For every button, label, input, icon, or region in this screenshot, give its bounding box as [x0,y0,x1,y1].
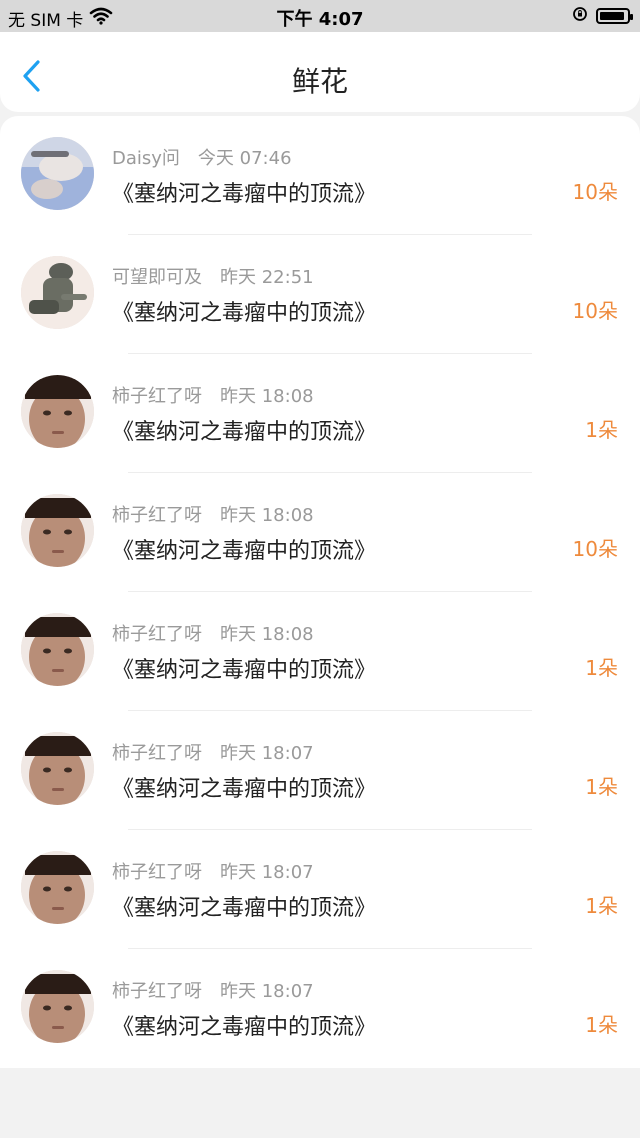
flower-count: 10朵 [572,299,618,323]
sender-name[interactable]: 可望即可及 [112,263,202,289]
item-meta: Daisy问 今天 07:46 [112,144,292,170]
book-title[interactable]: 《塞纳河之毒瘤中的顶流》 [112,890,376,922]
sender-name[interactable]: 柿子红了呀 [112,501,202,527]
sender-name[interactable]: 柿子红了呀 [112,382,202,408]
book-title[interactable]: 《塞纳河之毒瘤中的顶流》 [112,533,376,565]
book-title[interactable]: 《塞纳河之毒瘤中的顶流》 [112,176,376,208]
flower-count: 1朵 [585,418,618,442]
sent-time: 昨天 18:08 [220,386,314,407]
item-meta: 柿子红了呀 昨天 18:08 [112,501,314,527]
status-time: 下午 4:07 [276,9,364,30]
book-title[interactable]: 《塞纳河之毒瘤中的顶流》 [112,414,376,446]
sent-time: 今天 07:46 [197,148,292,169]
sender-name[interactable]: 柿子红了呀 [112,977,202,1003]
item-meta: 柿子红了呀 昨天 18:08 [112,620,314,646]
avatar[interactable] [21,970,94,1043]
avatar[interactable] [21,851,94,924]
list-item[interactable]: 柿子红了呀 昨天 18:07 《塞纳河之毒瘤中的顶流》 1朵 [0,711,640,830]
book-title[interactable]: 《塞纳河之毒瘤中的顶流》 [112,295,376,327]
sent-time: 昨天 18:07 [220,743,314,764]
book-title[interactable]: 《塞纳河之毒瘤中的顶流》 [112,1009,376,1041]
status-right [572,6,633,26]
page-title: 鲜花 [291,65,348,98]
sent-time: 昨天 18:08 [220,505,314,526]
sent-time: 昨天 22:51 [220,267,314,288]
flower-count: 1朵 [585,656,618,680]
battery-icon [596,8,633,24]
sent-time: 昨天 18:07 [220,862,314,883]
status-bar: 无 SIM 卡 下午 4:07 [0,0,640,32]
book-title[interactable]: 《塞纳河之毒瘤中的顶流》 [112,771,376,803]
sent-time: 昨天 18:07 [220,981,314,1002]
list-item[interactable]: 柿子红了呀 昨天 18:07 《塞纳河之毒瘤中的顶流》 1朵 [0,949,640,1068]
avatar[interactable] [21,137,94,210]
sent-time: 昨天 18:08 [220,624,314,645]
flower-count: 1朵 [585,894,618,918]
flower-list: Daisy问 今天 07:46 《塞纳河之毒瘤中的顶流》 10朵 可望即可及 昨… [0,116,640,1068]
item-meta: 柿子红了呀 昨天 18:07 [112,858,314,884]
flower-count: 1朵 [585,1013,618,1037]
list-item[interactable]: 柿子红了呀 昨天 18:08 《塞纳河之毒瘤中的顶流》 1朵 [0,592,640,711]
avatar[interactable] [21,375,94,448]
list-item[interactable]: 柿子红了呀 昨天 18:08 《塞纳河之毒瘤中的顶流》 10朵 [0,473,640,592]
avatar[interactable] [21,256,94,329]
item-meta: 柿子红了呀 昨天 18:07 [112,739,314,765]
list-item[interactable]: 柿子红了呀 昨天 18:07 《塞纳河之毒瘤中的顶流》 1朵 [0,830,640,949]
list-item[interactable]: 可望即可及 昨天 22:51 《塞纳河之毒瘤中的顶流》 10朵 [0,235,640,354]
list-item[interactable]: 柿子红了呀 昨天 18:08 《塞纳河之毒瘤中的顶流》 1朵 [0,354,640,473]
list-item[interactable]: Daisy问 今天 07:46 《塞纳河之毒瘤中的顶流》 10朵 [0,116,640,235]
item-meta: 可望即可及 昨天 22:51 [112,263,314,289]
sender-name[interactable]: Daisy问 [112,144,180,170]
sender-name[interactable]: 柿子红了呀 [112,620,202,646]
nav-bar: 鲜花 [0,32,640,112]
rotation-lock-icon [572,6,588,26]
sender-name[interactable]: 柿子红了呀 [112,739,202,765]
avatar[interactable] [21,613,94,686]
book-title[interactable]: 《塞纳河之毒瘤中的顶流》 [112,652,376,684]
sender-name[interactable]: 柿子红了呀 [112,858,202,884]
avatar[interactable] [21,494,94,567]
avatar[interactable] [21,732,94,805]
flower-count: 10朵 [572,180,618,204]
flower-count: 1朵 [585,775,618,799]
flower-count: 10朵 [572,537,618,561]
item-meta: 柿子红了呀 昨天 18:08 [112,382,314,408]
item-meta: 柿子红了呀 昨天 18:07 [112,977,314,1003]
